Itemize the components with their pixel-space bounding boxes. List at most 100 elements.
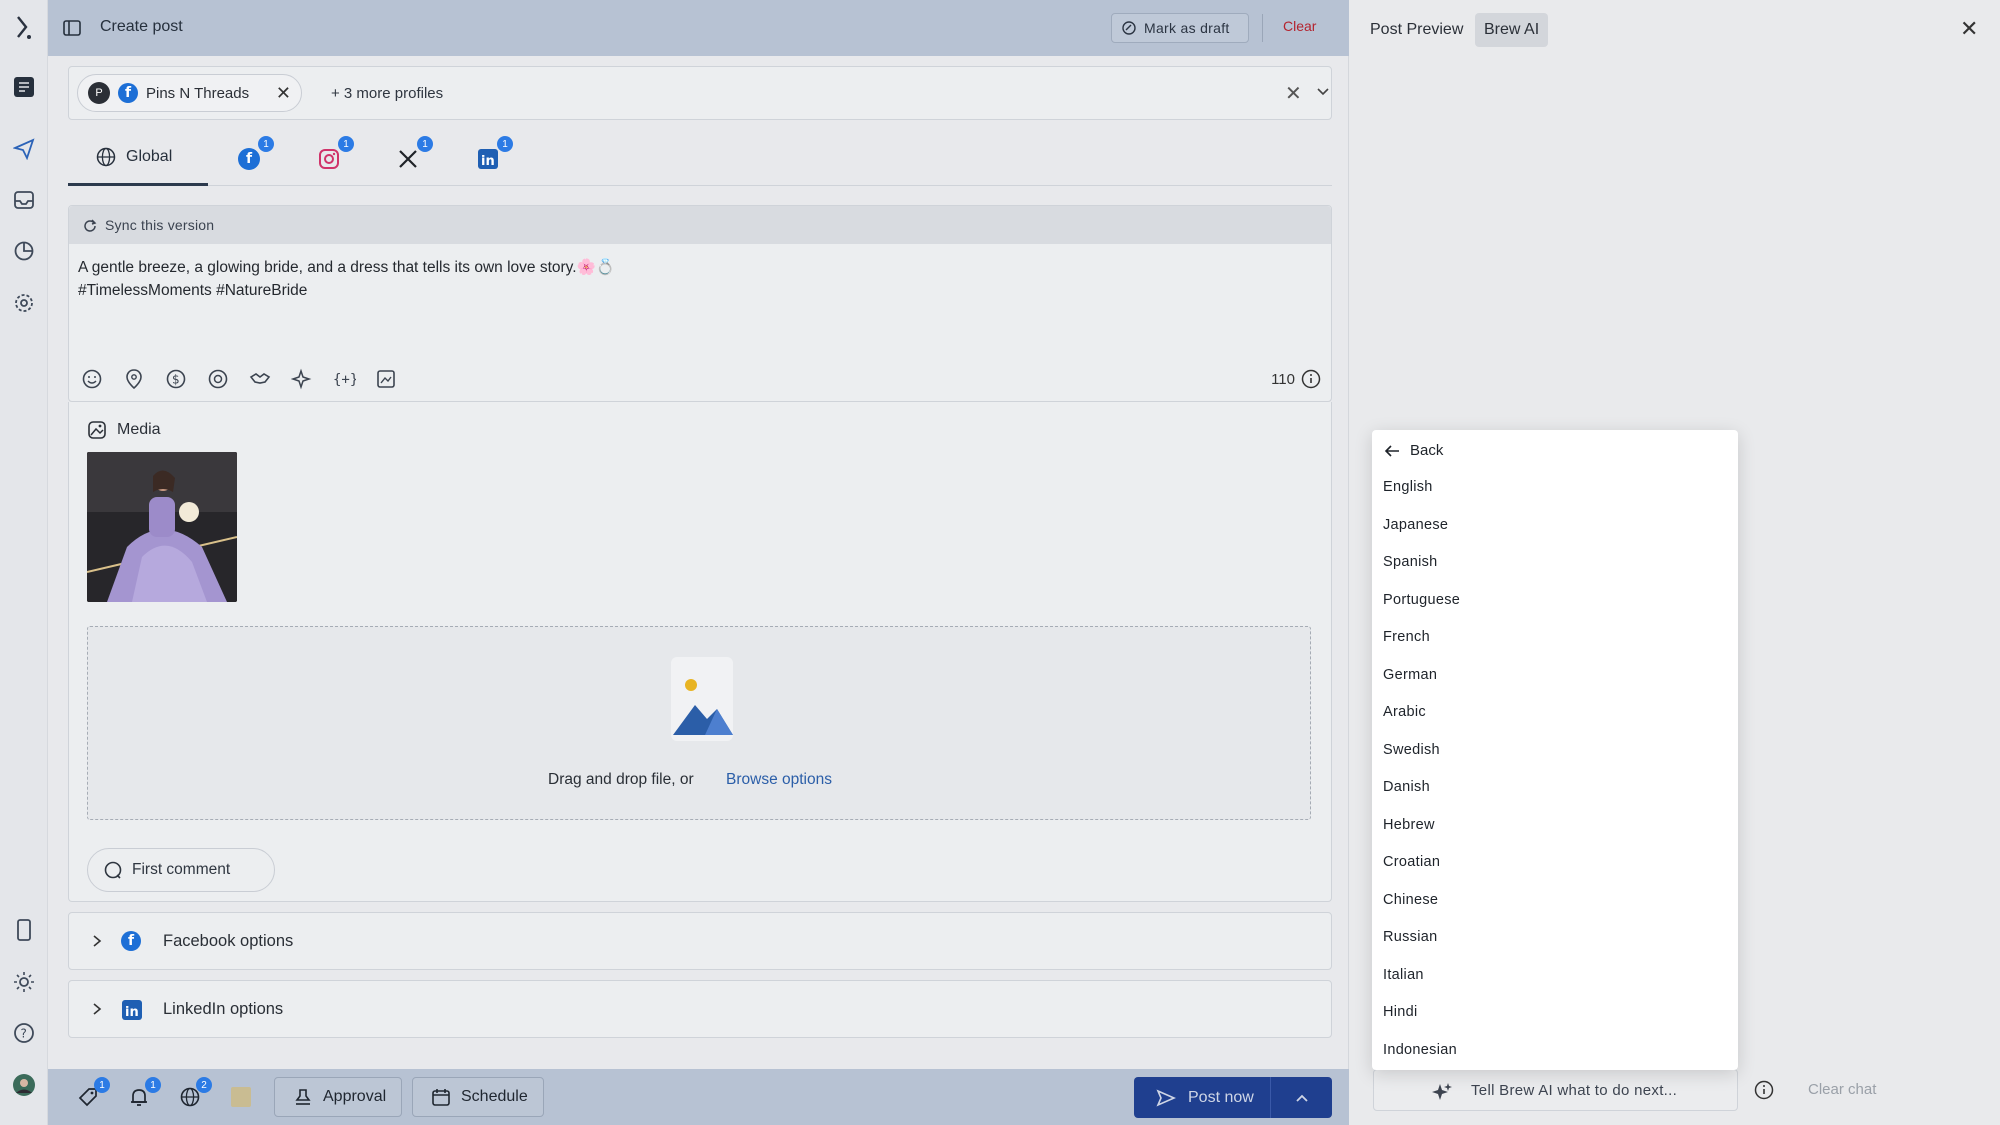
ai-sparkle-icon[interactable] <box>289 366 315 392</box>
tab-global-label: Global <box>126 147 173 165</box>
chevron-right-icon <box>93 1003 102 1015</box>
language-option-spanish[interactable]: Spanish <box>1383 554 1438 570</box>
clear-button[interactable]: Clear <box>1283 18 1316 34</box>
facebook-icon: f <box>118 83 138 103</box>
variables-icon[interactable]: {+} <box>331 366 357 392</box>
globe-icon[interactable]: 2 <box>178 1077 212 1109</box>
compose-nav-icon[interactable] <box>12 75 36 99</box>
editor-header: Create post Mark as draft Clear <box>48 0 1349 56</box>
post-options-button[interactable] <box>1270 1077 1332 1118</box>
back-button[interactable]: Back <box>1384 442 1443 459</box>
language-option-danish[interactable]: Danish <box>1383 779 1430 795</box>
bell-badge: 1 <box>145 1077 161 1093</box>
language-option-croatian[interactable]: Croatian <box>1383 854 1440 870</box>
mention-icon[interactable] <box>205 366 231 392</box>
media-thumbnail[interactable] <box>87 452 237 602</box>
handshake-icon[interactable] <box>247 366 273 392</box>
chevron-down-icon[interactable] <box>1316 85 1330 99</box>
settings-gear-icon[interactable] <box>12 291 36 315</box>
language-option-japanese[interactable]: Japanese <box>1383 517 1448 533</box>
app-logo-icon[interactable] <box>12 16 36 40</box>
tab-instagram[interactable]: 1 <box>316 136 354 172</box>
post-text-line: A gentle breeze, a glowing bride, and a … <box>78 259 616 276</box>
language-option-arabic[interactable]: Arabic <box>1383 704 1426 720</box>
sync-label: Sync this version <box>105 217 215 233</box>
tab-facebook[interactable]: f 1 <box>236 136 274 172</box>
ai-sparkle-icon <box>1432 1083 1452 1100</box>
close-panel-icon[interactable]: ✕ <box>1960 16 1978 42</box>
tag-icon[interactable]: 1 <box>76 1077 110 1109</box>
first-comment-button[interactable]: First comment <box>87 848 275 892</box>
tab-brew-ai[interactable]: Brew AI <box>1475 13 1549 47</box>
bell-icon[interactable]: 1 <box>127 1077 161 1109</box>
language-option-english[interactable]: English <box>1383 479 1433 495</box>
language-option-hebrew[interactable]: Hebrew <box>1383 817 1435 833</box>
dropzone-text: Drag and drop file, or <box>548 771 694 788</box>
dollar-icon[interactable]: $ <box>163 366 189 392</box>
media-header: Media <box>87 420 161 440</box>
sync-version-bar[interactable]: Sync this version <box>69 206 1331 244</box>
profile-avatar: P <box>88 82 110 104</box>
browse-options-link[interactable]: Browse options <box>726 771 832 789</box>
schedule-button[interactable]: Schedule <box>412 1077 544 1117</box>
stamp-icon <box>295 1089 311 1105</box>
chevron-up-icon <box>1295 1094 1308 1102</box>
approval-button[interactable]: Approval <box>274 1077 402 1117</box>
profile-chip[interactable]: P f Pins N Threads ✕ <box>77 74 302 112</box>
first-comment-label: First comment <box>132 861 231 878</box>
post-editor: Create post Mark as draft Clear P f Pins… <box>48 0 1349 1125</box>
tab-post-preview[interactable]: Post Preview <box>1361 13 1472 47</box>
post-now-label: Post now <box>1188 1088 1254 1106</box>
language-option-indonesian[interactable]: Indonesian <box>1383 1042 1457 1058</box>
schedule-label: Schedule <box>461 1088 528 1105</box>
tab-linkedin[interactable]: in 1 <box>475 136 513 172</box>
publish-nav-icon[interactable] <box>12 137 36 161</box>
tag-badge: 1 <box>94 1077 110 1093</box>
language-option-russian[interactable]: Russian <box>1383 929 1438 945</box>
instagram-badge: 1 <box>338 136 354 152</box>
arrow-left-icon <box>1384 444 1399 457</box>
language-option-chinese[interactable]: Chinese <box>1383 892 1438 908</box>
color-swatch[interactable] <box>231 1087 251 1107</box>
network-tabs: Global f 1 1 1 in 1 <box>68 130 1332 186</box>
tab-x[interactable]: 1 <box>395 136 433 172</box>
language-option-french[interactable]: French <box>1383 629 1430 645</box>
emoji-icon[interactable] <box>79 366 105 392</box>
user-avatar[interactable] <box>12 1073 36 1097</box>
profile-selector[interactable]: P f Pins N Threads ✕ + 3 more profiles ✕ <box>68 66 1332 120</box>
facebook-badge: 1 <box>258 136 274 152</box>
mark-as-draft-button[interactable]: Mark as draft <box>1111 13 1249 43</box>
language-option-italian[interactable]: Italian <box>1383 967 1424 983</box>
sidebar-toggle-icon[interactable] <box>62 18 82 38</box>
media-dropzone[interactable]: Drag and drop file, or Browse options <box>87 626 1311 820</box>
post-now-button[interactable]: Post now <box>1134 1077 1270 1118</box>
post-text-editor[interactable]: A gentle breeze, a glowing bride, and a … <box>78 256 615 302</box>
linkedin-options-accordion[interactable]: in LinkedIn options <box>68 980 1332 1038</box>
post-hashtags: #TimelessMoments #NatureBride <box>78 282 308 299</box>
language-option-swedish[interactable]: Swedish <box>1383 742 1440 758</box>
more-profiles-label[interactable]: + 3 more profiles <box>331 85 443 102</box>
mobile-app-icon[interactable] <box>12 918 36 942</box>
facebook-options-accordion[interactable]: f Facebook options <box>68 912 1332 970</box>
language-option-portuguese[interactable]: Portuguese <box>1383 592 1460 608</box>
chevron-right-icon <box>93 935 102 947</box>
analytics-nav-icon[interactable] <box>12 239 36 263</box>
info-icon[interactable] <box>1301 369 1321 389</box>
media-library-icon[interactable] <box>373 366 399 392</box>
location-pin-icon[interactable] <box>121 366 147 392</box>
inbox-nav-icon[interactable] <box>12 188 36 212</box>
language-option-german[interactable]: German <box>1383 667 1437 683</box>
app-nav-rail: ? <box>0 0 48 1125</box>
linkedin-icon: in <box>478 149 498 169</box>
clear-chat-button[interactable]: Clear chat <box>1808 1081 1876 1098</box>
help-icon[interactable]: ? <box>12 1021 36 1045</box>
brew-ai-input[interactable]: Tell Brew AI what to do next... <box>1373 1069 1738 1111</box>
language-option-hindi[interactable]: Hindi <box>1383 1004 1418 1020</box>
remove-profile-icon[interactable]: ✕ <box>276 83 291 104</box>
x-badge: 1 <box>417 136 433 152</box>
mark-as-draft-label: Mark as draft <box>1144 20 1230 36</box>
info-icon[interactable] <box>1754 1080 1774 1100</box>
theme-sun-icon[interactable] <box>12 970 36 994</box>
tab-global[interactable]: Global <box>68 130 208 186</box>
clear-profiles-icon[interactable]: ✕ <box>1285 81 1302 106</box>
